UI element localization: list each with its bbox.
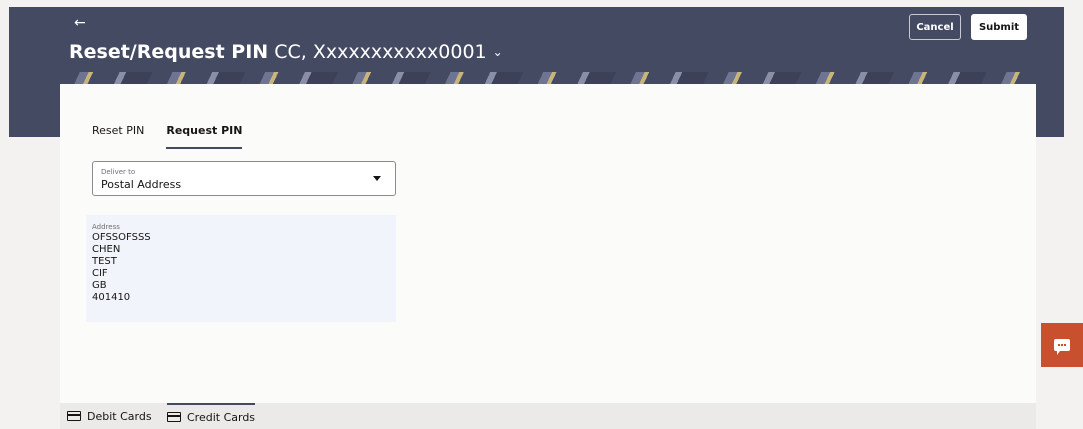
submit-button[interactable]: Submit — [971, 14, 1027, 40]
tab-reset-pin[interactable]: Reset PIN — [92, 124, 144, 149]
chat-button[interactable] — [1041, 323, 1083, 367]
tab-request-pin[interactable]: Request PIN — [166, 124, 243, 149]
address-line: GB — [92, 280, 107, 291]
address-label: Address — [92, 223, 120, 231]
cancel-button[interactable]: Cancel — [909, 14, 961, 40]
tab-debit-cards-label: Debit Cards — [87, 409, 152, 423]
address-line: 401410 — [92, 292, 131, 303]
tab-credit-cards-label: Credit Cards — [187, 410, 256, 424]
deliver-to-value: Postal Address — [101, 178, 182, 191]
tab-credit-cards[interactable]: Credit Cards — [167, 403, 256, 429]
account-selector[interactable]: CC, Xxxxxxxxxxx0001 — [274, 41, 486, 63]
caret-down-icon[interactable] — [373, 176, 381, 181]
address-line: OFSSOFSSS — [92, 232, 151, 243]
card-icon — [167, 412, 181, 422]
chevron-down-icon[interactable]: ⌄ — [493, 40, 503, 64]
address-line: CHEN — [92, 244, 121, 255]
page-title-text: Reset/Request PIN — [69, 41, 269, 63]
address-line: CIF — [92, 268, 108, 279]
back-arrow-icon[interactable]: ← — [74, 16, 86, 30]
decorative-banner — [60, 72, 1036, 84]
tab-debit-cards[interactable]: Debit Cards — [67, 403, 152, 429]
card-icon — [67, 411, 81, 421]
page-title: Reset/Request PIN CC, Xxxxxxxxxxx0001 ⌄ — [69, 40, 503, 64]
address-panel: Address OFSSOFSSS CHEN TEST CIF GB 40141… — [86, 215, 396, 322]
deliver-to-label: Deliver to — [101, 168, 136, 176]
deliver-to-select[interactable]: Deliver to Postal Address — [92, 161, 396, 196]
chat-icon — [1054, 339, 1070, 355]
pin-tabs: Reset PIN Request PIN — [92, 124, 243, 149]
address-line: TEST — [92, 256, 117, 267]
